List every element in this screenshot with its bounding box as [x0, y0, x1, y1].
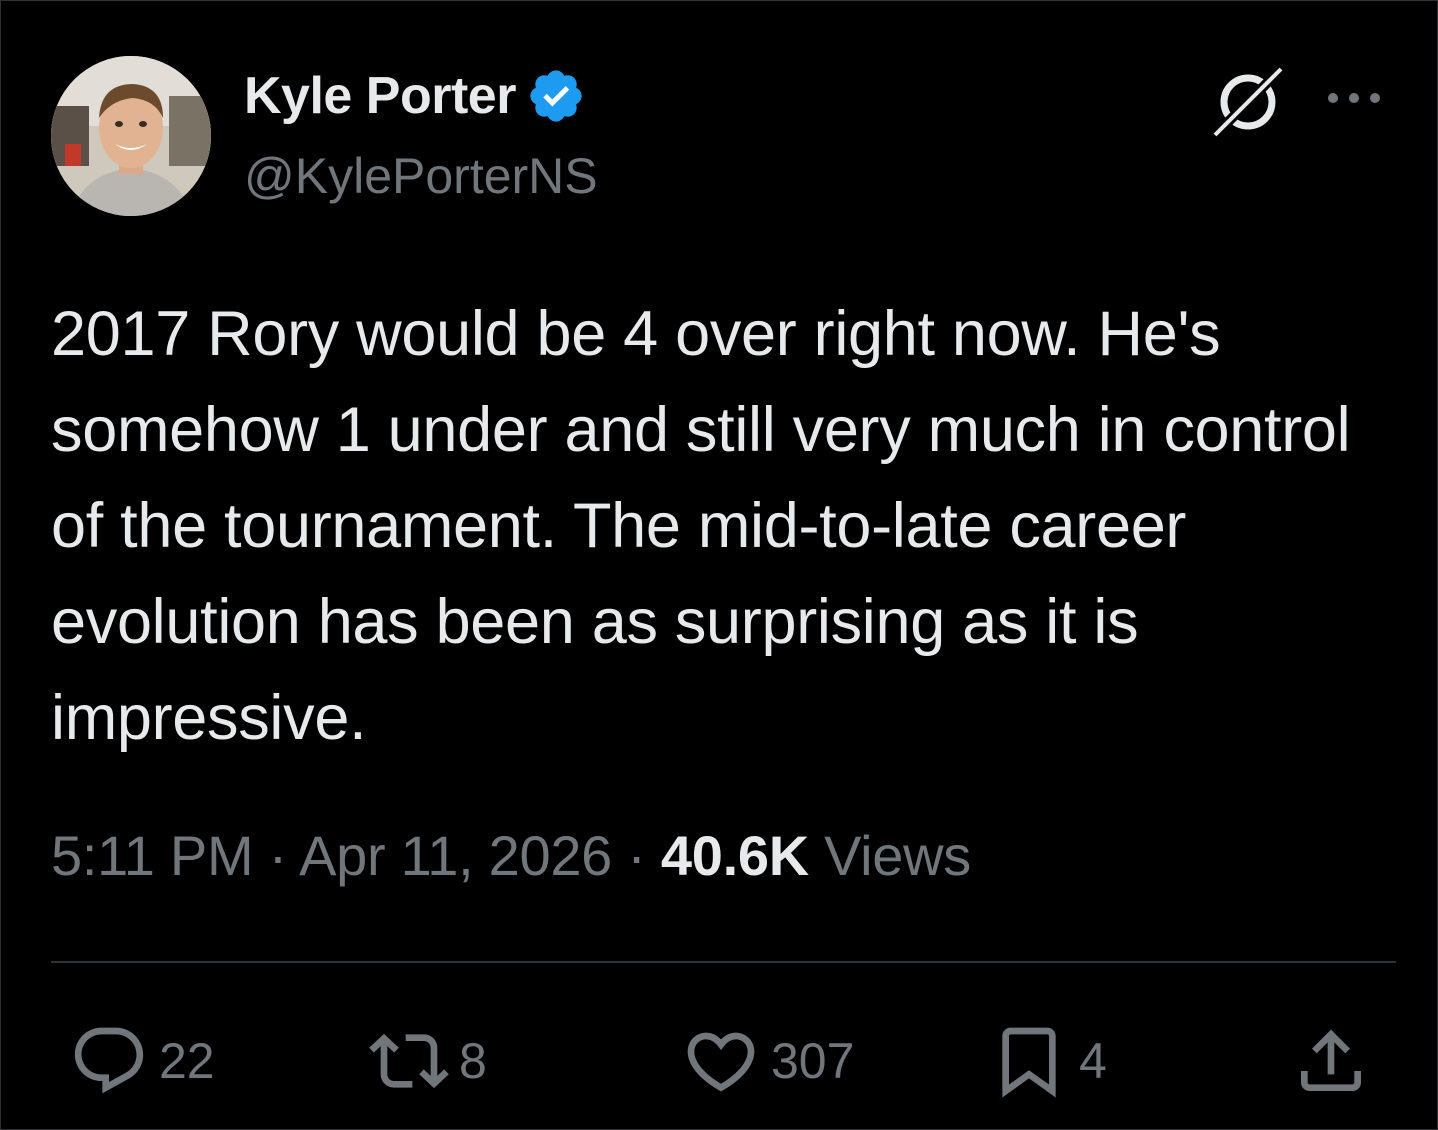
share-button[interactable] — [1291, 1021, 1371, 1101]
tweet-text: 2017 Rory would be 4 over right now. He'… — [51, 299, 1351, 753]
bookmark-icon — [1002, 1027, 1056, 1098]
reply-count: 22 — [159, 1033, 215, 1089]
reply-icon — [74, 1027, 144, 1094]
tweet-card: Kyle Porter @KylePorterNS 2017 Rory woul… — [0, 0, 1438, 1130]
author-handle[interactable]: @KylePorterNS — [244, 147, 598, 205]
bookmark-button[interactable]: 4 — [989, 1021, 1107, 1101]
tweet-date[interactable]: Apr 11, 2026 — [299, 824, 612, 887]
views-label: Views — [824, 824, 971, 887]
tweet-time[interactable]: 5:11 PM — [51, 824, 254, 887]
views-count[interactable]: 40.6K — [661, 824, 809, 887]
author-display-name[interactable]: Kyle Porter — [244, 66, 516, 126]
like-icon — [687, 1032, 755, 1092]
author-name-row: Kyle Porter — [244, 65, 586, 127]
share-icon — [1301, 1029, 1361, 1091]
bookmark-count: 4 — [1079, 1033, 1107, 1089]
avatar-image — [51, 56, 211, 216]
reply-button[interactable]: 22 — [69, 1021, 215, 1101]
tweet-meta: 5:11 PM · Apr 11, 2026 · 40.6K Views — [51, 823, 971, 888]
grok-icon[interactable] — [1209, 63, 1287, 141]
divider — [51, 961, 1396, 963]
more-options-icon[interactable] — [1321, 71, 1387, 125]
repost-count: 8 — [459, 1033, 487, 1089]
like-button[interactable]: 307 — [681, 1021, 854, 1101]
meta-separator: · — [627, 824, 646, 887]
verified-badge-icon[interactable] — [526, 66, 586, 126]
repost-icon — [369, 1033, 449, 1089]
avatar[interactable] — [51, 56, 211, 216]
meta-separator: · — [268, 824, 288, 887]
like-count: 307 — [771, 1033, 855, 1089]
repost-button[interactable]: 8 — [369, 1021, 487, 1101]
